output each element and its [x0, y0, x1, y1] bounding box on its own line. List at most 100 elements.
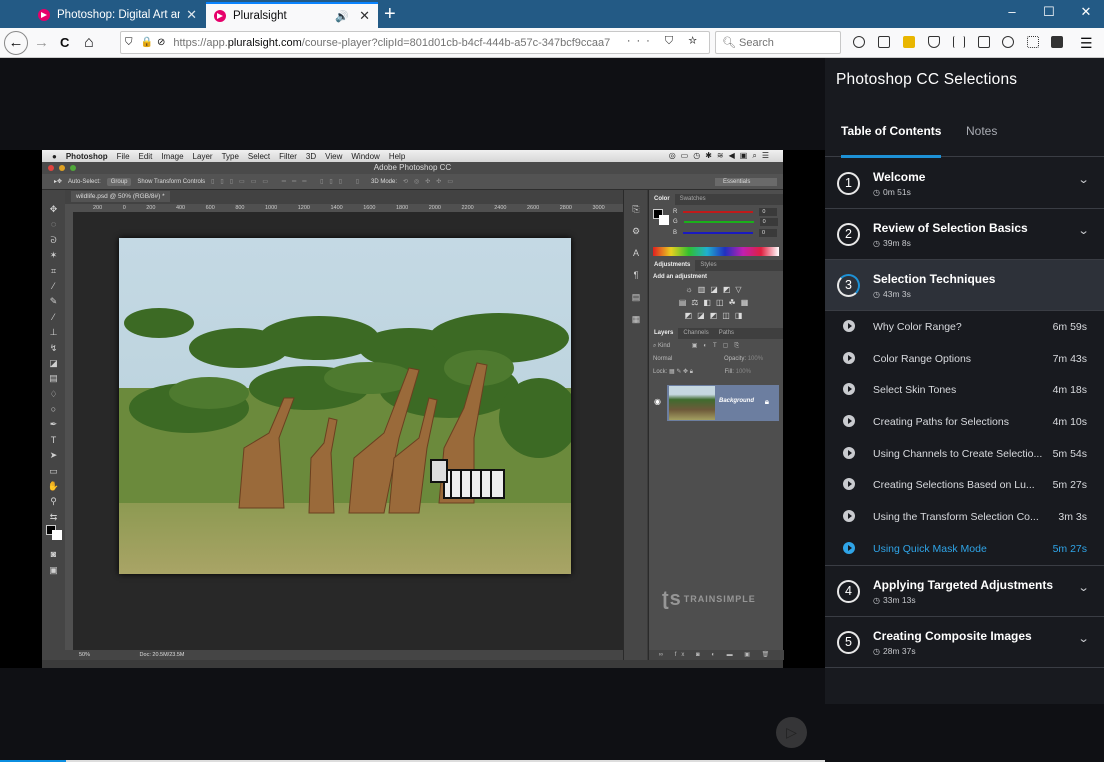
photoshop-window-title: Adobe Photoshop CC: [42, 162, 783, 174]
close-tab-icon[interactable]: ✕: [186, 7, 197, 23]
history-icon[interactable]: [853, 36, 865, 48]
eraser-icon: ◪: [49, 357, 58, 368]
auto-select-label: Auto-Select:: [68, 178, 101, 185]
layer-background: ◉ Background 🔒︎: [654, 385, 779, 421]
history-brush-icon: ↯: [49, 342, 58, 353]
chevron-down-icon[interactable]: ⌄: [1077, 632, 1089, 645]
color-swatches-icon: [42, 525, 65, 547]
clipboard-icon[interactable]: [1051, 36, 1063, 48]
clip-title: Creating Selections Based on Lu...: [873, 479, 1035, 492]
module-5[interactable]: 5 Creating Composite Images ◷ 28m 37s ⌄: [825, 616, 1104, 668]
clip-item[interactable]: Why Color Range? 6m 59s: [825, 311, 1104, 343]
character-panel-icon: A: [632, 248, 639, 258]
clip-item[interactable]: Using Channels to Create Selectio... 5m 5…: [825, 438, 1104, 470]
lasso-tool-icon: ᘐ: [50, 234, 57, 245]
library-icon[interactable]: [953, 36, 965, 48]
ruler-tick: 1600: [363, 205, 376, 211]
menu-3d: 3D: [305, 151, 317, 161]
minimize-button[interactable]: –: [1002, 4, 1022, 19]
3d-mode-label: 3D Mode:: [371, 178, 398, 185]
browser-tab-photoshop[interactable]: Photoshop: Digital Art and Illus ✕: [30, 2, 205, 28]
menu-button[interactable]: ☰: [1080, 33, 1093, 53]
move-tool-icon: ▸✥: [54, 179, 63, 185]
clip-item[interactable]: Creating Paths for Selections 4m 10s: [825, 406, 1104, 438]
module-1[interactable]: 1 Welcome ◷ 0m 51s ⌄: [825, 158, 1104, 209]
back-button[interactable]: ←: [4, 31, 28, 55]
maximize-button[interactable]: ☐: [1039, 4, 1059, 20]
dodge-icon: ○: [50, 404, 57, 415]
sidebar-toggle-icon[interactable]: [978, 36, 990, 48]
adjustment-icons: ☼▥◪◩▽: [685, 285, 747, 294]
color-panel: R0 G0 B0: [649, 205, 783, 243]
chevron-down-icon[interactable]: ⌄: [1077, 173, 1089, 186]
menu-filter: Filter: [279, 151, 297, 161]
extension-icon[interactable]: [903, 36, 915, 48]
minimize-light-icon: [59, 165, 65, 171]
forward-button[interactable]: →: [34, 33, 49, 53]
menu-photoshop: Photoshop: [65, 151, 108, 161]
browser-tab-pluralsight[interactable]: Pluralsight 🔊 ✕: [206, 2, 378, 28]
video-frame[interactable]: ● Photoshop File Edit Image Layer Type S…: [0, 150, 825, 762]
pluralsight-favicon-icon: [38, 9, 50, 21]
account-icon[interactable]: [1002, 36, 1014, 48]
layers-blend-row: Normal Opacity: 100%: [653, 356, 764, 362]
clip-duration: 4m 18s: [1052, 384, 1087, 397]
photoshop-status-bar: 50% Doc: 20.5M/23.5M: [65, 650, 623, 660]
clip-title: Color Range Options: [873, 352, 972, 365]
menu-edit: Edit: [138, 151, 153, 161]
clip-item[interactable]: Select Skin Tones 4m 18s: [825, 374, 1104, 406]
reload-button[interactable]: C: [60, 33, 69, 53]
clip-title: Why Color Range?: [873, 321, 962, 333]
tab-notes[interactable]: Notes: [966, 124, 997, 155]
play-icon: [843, 541, 855, 554]
close-light-icon: [48, 165, 54, 171]
marquee-tool-icon: ◌: [50, 219, 57, 230]
video-player[interactable]: ● Photoshop File Edit Image Layer Type S…: [0, 58, 825, 762]
tracking-shield-icon[interactable]: ⛉: [125, 37, 133, 48]
menu-image: Image: [161, 151, 184, 161]
search-input[interactable]: 🔍︎ Search: [715, 31, 841, 54]
privacy-badger-icon[interactable]: [928, 36, 940, 48]
close-tab-icon[interactable]: ✕: [359, 8, 370, 24]
group-select: Group: [106, 177, 132, 186]
tab-label: Pluralsight: [233, 10, 287, 22]
module-4[interactable]: 4 Applying Targeted Adjustments ◷ 33m 13s ⌄: [825, 565, 1104, 617]
clip-item[interactable]: Using the Transform Selection Co... 3m 3s: [825, 501, 1104, 533]
url-bar[interactable]: ⛉ 🔒 ⊘ https://app.pluralsight.com/course…: [120, 31, 710, 54]
chevron-down-icon[interactable]: ⌄: [1077, 581, 1089, 594]
autoplay-blocked-icon[interactable]: ⊘: [157, 37, 165, 48]
next-clip-button[interactable]: ▷: [776, 717, 807, 748]
eyedropper-icon: ⁄: [52, 280, 55, 291]
addons-icon[interactable]: [1027, 36, 1039, 48]
document-window: wildlife.psd @ 50% (RGB/8#) * 200 0 200 400…: [65, 190, 638, 660]
new-tab-button[interactable]: +: [384, 3, 396, 25]
ruler-tick: 2600: [527, 205, 540, 211]
clip-item[interactable]: Creating Selections Based on Lu... 5m 27s: [825, 469, 1104, 501]
module-title: Applying Targeted Adjustments: [873, 577, 1054, 592]
module-number-badge: 1: [837, 172, 860, 195]
hand-tool-icon: ✋: [47, 481, 60, 492]
module-3[interactable]: 3 Selection Techniques ◷ 43m 3s: [825, 260, 1104, 311]
align-icons: ▯▯▯▭▭▭ ═══ ▯▯▯ ▯: [211, 179, 365, 185]
course-sidebar: Photoshop CC Selections Table of Content…: [825, 58, 1104, 704]
module-title: Review of Selection Basics: [873, 221, 1028, 235]
home-button[interactable]: ⌂: [84, 33, 94, 53]
browser-titlebar: Photoshop: Digital Art and Illus ✕ Plura…: [0, 0, 1104, 28]
module-2[interactable]: 2 Review of Selection Basics ◷ 39m 8s ⌄: [825, 209, 1104, 260]
mail-icon[interactable]: [878, 36, 890, 48]
clip-title: Using Channels to Create Selectio...: [873, 447, 1043, 460]
speaker-icon[interactable]: 🔊: [335, 10, 349, 23]
ruler-tick: 1200: [297, 205, 310, 211]
trainsimple-watermark: ʈs TRAINSIMPLE: [662, 588, 756, 610]
clip-item-current[interactable]: Using Quick Mask Mode 5m 27s: [825, 533, 1104, 565]
page-actions-icons[interactable]: ··· ⛉ ☆: [627, 35, 703, 48]
chevron-down-icon[interactable]: ⌄: [1077, 224, 1089, 237]
close-window-button[interactable]: ✕: [1076, 4, 1096, 20]
move-tool-icon: ✥: [49, 204, 58, 214]
photoshop-options-bar: ▸✥ Auto-Select: Group Show Transform Con…: [42, 174, 783, 190]
lock-icon[interactable]: 🔒: [141, 37, 153, 48]
clip-item[interactable]: Color Range Options 7m 43s: [825, 343, 1104, 375]
clip-title: Creating Paths for Selections: [873, 416, 1009, 429]
tab-table-of-contents[interactable]: Table of Contents: [841, 124, 942, 158]
module-duration: ◷ 33m 13s: [873, 594, 916, 605]
